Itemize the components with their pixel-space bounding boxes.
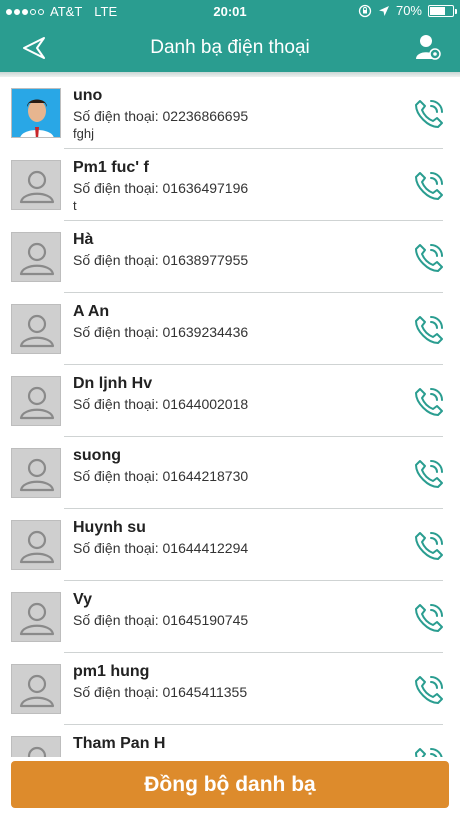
- phone-call-icon[interactable]: [412, 745, 446, 757]
- default-avatar-icon: [11, 448, 61, 498]
- battery-icon: [428, 4, 457, 17]
- contact-name: Pm1 fuc' f: [73, 159, 149, 176]
- contact-name: pm1 hung: [73, 663, 150, 680]
- contact-row[interactable]: Tham Pan H: [0, 725, 460, 757]
- phone-call-icon[interactable]: [412, 385, 446, 419]
- phone-call-icon[interactable]: [412, 241, 446, 275]
- contact-phone: Số điện thoại: 01644412294: [73, 540, 249, 556]
- status-right: 70%: [358, 3, 457, 18]
- phone-call-icon[interactable]: [412, 529, 446, 563]
- contact-phone: Số điện thoại: 01636497196: [73, 180, 249, 196]
- contact-row[interactable]: suong Số điện thoại: 01644218730: [0, 437, 460, 509]
- contact-row[interactable]: Pm1 fuc' f Số điện thoại: 01636497196 t: [0, 149, 460, 221]
- default-avatar-icon: [11, 736, 61, 757]
- phone-call-icon[interactable]: [412, 313, 446, 347]
- battery-percent: 70%: [395, 3, 422, 18]
- contact-name: A An: [73, 303, 110, 320]
- sync-contacts-button[interactable]: Đồng bộ danh bạ: [11, 761, 449, 808]
- contact-row[interactable]: A An Số điện thoại: 01639234436: [0, 293, 460, 365]
- contact-phone: Số điện thoại: 01639234436: [73, 324, 249, 340]
- contact-list[interactable]: uno Số điện thoại: 02236866695 fghj Pm1 fuc…: [0, 77, 460, 757]
- contact-note: t: [73, 198, 77, 213]
- navigation-bar: Danh bạ điện thoại: [0, 22, 460, 72]
- contact-phone: Số điện thoại: 01638977955: [73, 252, 249, 268]
- contact-name: uno: [73, 87, 103, 104]
- contact-phone: Số điện thoại: 01645411355: [73, 684, 248, 700]
- location-icon: [378, 5, 389, 16]
- contact-name: Vy: [73, 591, 92, 608]
- contact-name: Huynh su: [73, 519, 146, 536]
- phone-call-icon[interactable]: [412, 457, 446, 491]
- default-avatar-icon: [11, 520, 61, 570]
- user-settings-icon[interactable]: [414, 33, 442, 61]
- contact-row[interactable]: Dn ljnh Hv Số điện thoại: 01644002018: [0, 365, 460, 437]
- contact-name: suong: [73, 447, 121, 464]
- default-avatar-icon: [11, 664, 61, 714]
- contact-note: fghj: [73, 126, 94, 141]
- contact-phone: Số điện thoại: 01644218730: [73, 468, 249, 484]
- page-title: Danh bạ điện thoại: [150, 37, 310, 58]
- phone-call-icon[interactable]: [412, 601, 446, 635]
- phone-call-icon[interactable]: [412, 673, 446, 707]
- default-avatar-icon: [11, 304, 61, 354]
- orientation-lock-icon: [358, 4, 372, 17]
- contact-phone: Số điện thoại: 02236866695: [73, 108, 249, 124]
- phone-call-icon[interactable]: [412, 97, 446, 131]
- contact-phone: Số điện thoại: 01645190745: [73, 612, 249, 628]
- contact-row[interactable]: Vy Số điện thoại: 01645190745: [0, 581, 460, 653]
- contact-phone: Số điện thoại: 01644002018: [73, 396, 249, 412]
- contact-photo: [11, 88, 61, 138]
- default-avatar-icon: [11, 232, 61, 282]
- phone-call-icon[interactable]: [412, 169, 446, 203]
- status-bar: AT&T LTE 20:01 70%: [0, 0, 460, 22]
- contact-row[interactable]: pm1 hung Số điện thoại: 01645411355: [0, 653, 460, 725]
- contact-name: Tham Pan H: [73, 735, 166, 752]
- default-avatar-icon: [11, 592, 61, 642]
- contact-row[interactable]: Huynh su Số điện thoại: 01644412294: [0, 509, 460, 581]
- contact-row[interactable]: uno Số điện thoại: 02236866695 fghj: [0, 77, 460, 149]
- default-avatar-icon: [11, 160, 61, 210]
- contact-name: Dn ljnh Hv: [73, 375, 153, 392]
- contact-row[interactable]: Hà Số điện thoại: 01638977955: [0, 221, 460, 293]
- default-avatar-icon: [11, 376, 61, 426]
- contact-name: Hà: [73, 231, 94, 248]
